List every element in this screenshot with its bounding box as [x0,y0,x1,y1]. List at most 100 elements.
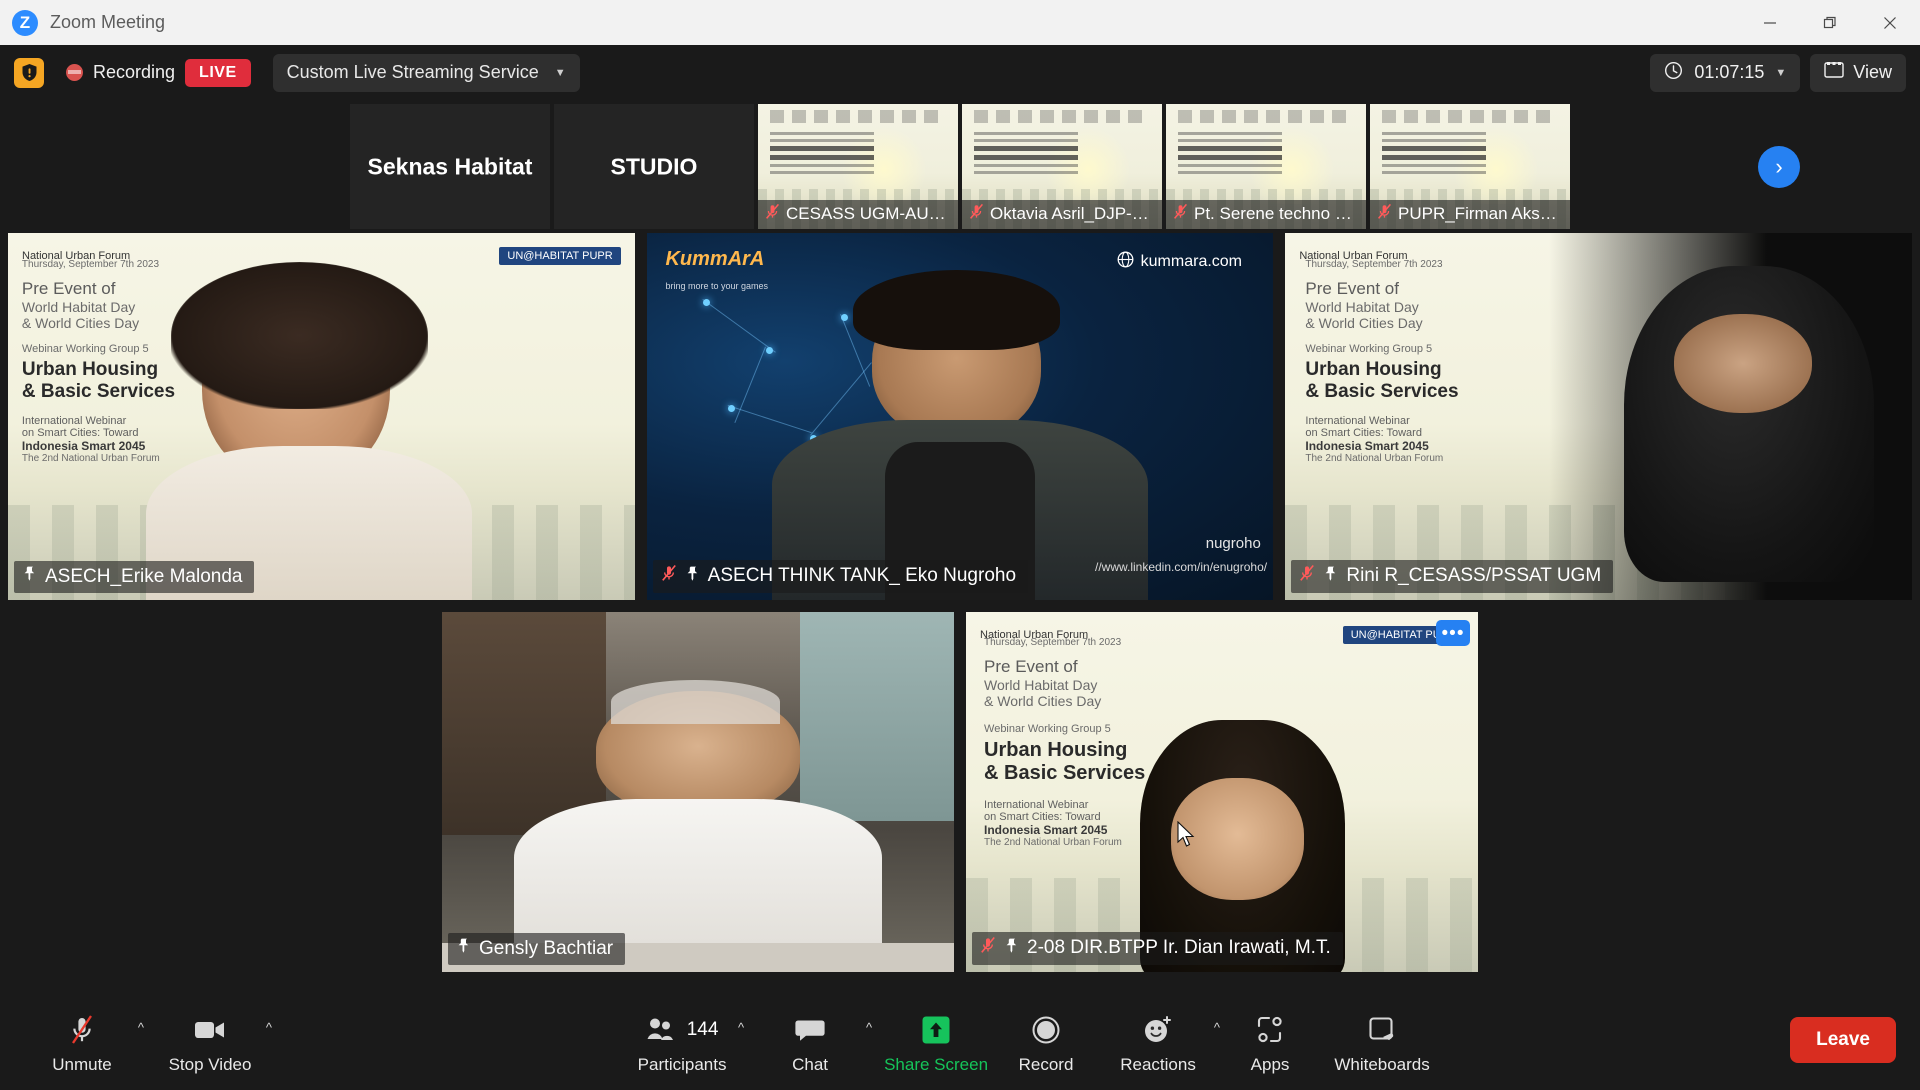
poster-sub-2: on Smart Cities: Toward [1305,426,1422,439]
restore-icon[interactable] [1800,0,1860,45]
unmute-button[interactable]: Unmute ^ [18,1006,146,1075]
participants-button[interactable]: 144 Participants ^ [618,1006,746,1075]
filmstrip-thumbnail[interactable]: Oktavia Asril_DJP-PUPR [962,104,1162,229]
chevron-up-icon[interactable]: ^ [1214,1020,1220,1035]
poster-sub-3: Indonesia Smart 2045 [1305,438,1429,453]
mic-muted-icon [765,203,780,225]
thumbnail-name-label: PUPR_Firman Aksara [1370,200,1570,229]
unmute-label: Unmute [52,1054,112,1074]
poster-heading-2: & Basic Services [1305,380,1459,402]
reactions-label: Reactions [1120,1054,1196,1074]
pin-icon [1004,937,1019,960]
more-options-icon[interactable]: ••• [1436,620,1470,646]
poster-title-2: World Habitat Day [1305,298,1419,315]
poster-heading-1: Urban Housing [1305,358,1442,380]
view-button[interactable]: View [1810,53,1906,92]
chat-bubble-icon [795,1012,825,1048]
video-tile-participant-name: 2-08 DIR.BTPP Ir. Dian Irawati, M.T. [1027,937,1331,958]
recording-indicator-icon [66,64,83,81]
mic-muted-icon [1173,203,1188,225]
clock-icon [1664,61,1683,85]
poster-title-1: Pre Event of [1305,278,1399,298]
chevron-down-icon: ▼ [554,66,566,79]
recording-label: Recording [93,62,176,82]
meeting-timer[interactable]: 01:07:15 ▼ [1650,53,1801,92]
record-circle-icon [1031,1012,1061,1048]
poster-group: Webinar Working Group 5 [1305,342,1433,355]
close-icon[interactable] [1860,0,1920,45]
chevron-up-icon[interactable]: ^ [138,1020,144,1035]
toolbar-center-group: 144 Participants ^ Chat ^ Share Screen R… [274,1006,1790,1075]
chat-label: Chat [792,1054,829,1074]
thumbnail-participant-name: CESASS UGM-AULIA [786,204,950,223]
video-tile[interactable]: Thursday, September 7th 2023 Pre Event o… [1285,233,1913,600]
video-tile-name-label: Gensly Bachtiar [448,933,626,965]
poster-sub-3: Indonesia Smart 2045 [21,438,146,453]
video-tile-participant-name: ASECH THINK TANK_ Eko Nugroho [707,565,1017,586]
share-screen-button[interactable]: Share Screen [874,1006,998,1075]
participant-filmstrip[interactable]: Seknas Habitat STUDIO CESASS UGM-AULIA O… [0,100,1920,233]
whiteboards-label: Whiteboards [1334,1054,1430,1074]
mic-muted-icon [1377,203,1392,225]
video-tile-participant-name: Gensly Bachtiar [479,937,614,959]
video-tile-name-label: Rini R_CESASS/PSSAT UGM [1291,560,1614,593]
apps-label: Apps [1250,1054,1290,1074]
view-label: View [1853,62,1892,82]
minimize-icon[interactable] [1740,0,1800,45]
kummara-website: kummara.com [1140,253,1243,271]
poster-brand-left: National Urban Forum [980,628,1089,641]
video-tile[interactable]: KummArA bring more to your games kummara… [646,233,1274,600]
record-button[interactable]: Record [998,1006,1094,1075]
video-tile-name-label: ASECH_Erike Malonda [14,561,255,593]
globe-icon [1117,251,1134,273]
chat-button[interactable]: Chat ^ [746,1006,874,1075]
recording-status-group[interactable]: Recording LIVE [66,58,251,87]
security-shield-icon[interactable] [14,57,44,88]
video-tile[interactable]: Thursday, September 7th 2023 Pre Event o… [966,612,1478,972]
window-controls [1740,0,1920,45]
thumbnail-name-label: Pt. Serene techno bakt... [1166,200,1366,229]
thumbnail-name-label: CESASS UGM-AULIA [758,200,958,229]
filmstrip-thumbnail[interactable]: PUPR_Firman Aksara [1370,104,1570,229]
apps-icon [1256,1012,1284,1048]
apps-button[interactable]: Apps [1222,1006,1318,1075]
record-label: Record [1018,1054,1074,1074]
filmstrip-thumbnail[interactable]: CESASS UGM-AULIA [758,104,958,229]
thumbnail-name-label: Oktavia Asril_DJP-PUPR [962,200,1162,229]
chevron-up-icon[interactable]: ^ [266,1020,272,1035]
stop-video-button[interactable]: Stop Video ^ [146,1006,274,1075]
live-streaming-service-dropdown[interactable]: Custom Live Streaming Service ▼ [272,53,580,92]
video-tile[interactable]: Thursday, September 7th 2023 Pre Event o… [8,233,635,600]
whiteboards-button[interactable]: Whiteboards [1318,1006,1446,1075]
poster-header-band: National Urban Forum UN@HABITAT PUPR [966,612,1478,658]
video-tile-participant-name: Rini R_CESASS/PSSAT UGM [1346,565,1602,586]
live-badge: LIVE [185,58,251,87]
chevron-right-icon[interactable]: › [1758,145,1800,188]
filmstrip-thumbnail[interactable]: Pt. Serene techno bakt... [1166,104,1366,229]
mic-muted-icon [661,564,677,588]
chevron-up-icon[interactable]: ^ [738,1020,744,1035]
stream-service-label: Custom Live Streaming Service [286,62,539,82]
whiteboard-icon [1367,1012,1397,1048]
grid-view-icon [1824,61,1844,84]
share-screen-label: Share Screen [884,1054,989,1074]
poster-title-3: & World Cities Day [1305,314,1423,331]
poster-heading-1: Urban Housing [984,739,1128,762]
reactions-button[interactable]: Reactions ^ [1094,1006,1222,1075]
video-tile-participant-name: ASECH_Erike Malonda [45,565,243,587]
meeting-timer-value: 01:07:15 [1694,62,1765,82]
meeting-top-bar: Recording LIVE Custom Live Streaming Ser… [0,45,1920,100]
filmstrip-thumbnail[interactable]: STUDIO [554,104,754,229]
poster-sub-1: International Webinar [1305,414,1410,427]
leave-button[interactable]: Leave [1790,1017,1896,1063]
video-tile[interactable]: Gensly Bachtiar [442,612,954,972]
kummara-brand-tagline: bring more to your games [665,280,769,291]
presenter-name-overlay: nugroho [1205,535,1261,553]
video-grid-row-1: Thursday, September 7th 2023 Pre Event o… [0,233,1920,600]
pin-icon [22,565,37,588]
people-icon: 144 [646,1012,718,1048]
poster-title-3: & World Cities Day [984,693,1102,710]
chevron-up-icon[interactable]: ^ [866,1020,872,1035]
filmstrip-thumbnail[interactable]: Seknas Habitat [350,104,550,229]
share-screen-icon [921,1012,951,1048]
